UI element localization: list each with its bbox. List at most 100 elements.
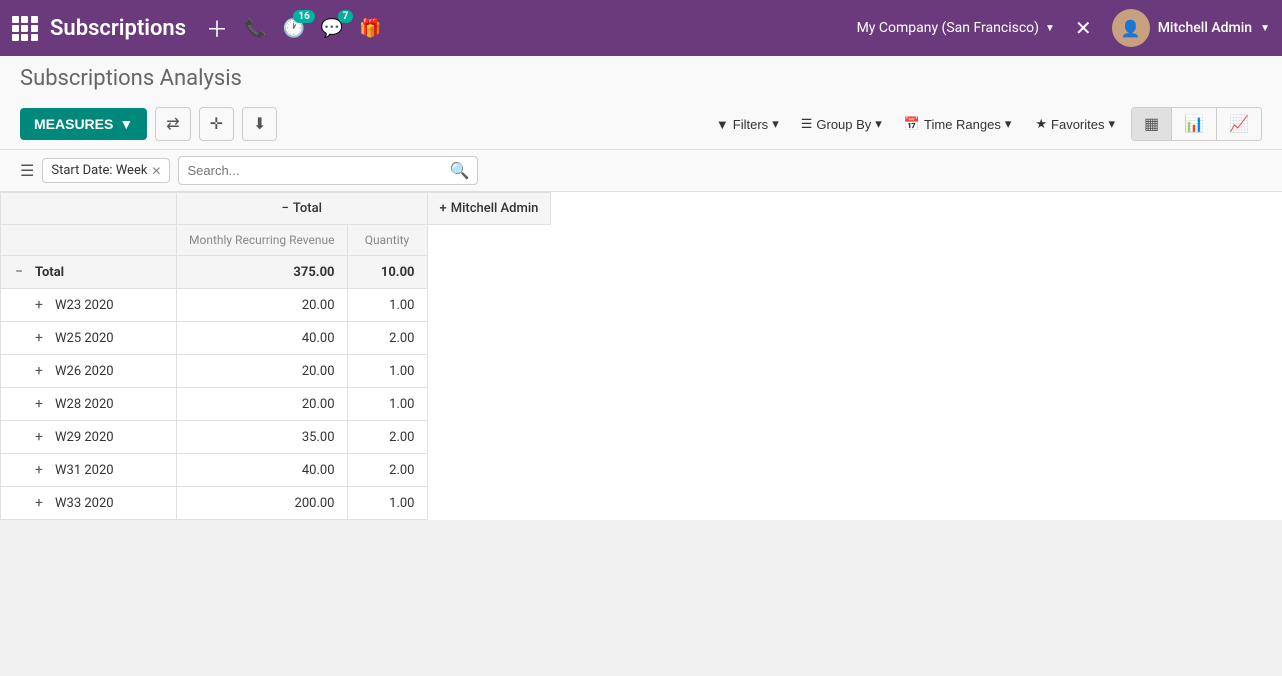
filters-chevron-icon: ▾ — [772, 116, 779, 132]
swap-axes-button[interactable]: ⇄ — [155, 107, 190, 141]
view-toggle: ▦ 📊 📈 — [1131, 107, 1262, 141]
favorites-chevron-icon: ▾ — [1109, 116, 1116, 132]
table-row: +W26 202020.001.00 — [1, 355, 551, 388]
row-expand-icon[interactable]: + — [31, 297, 47, 313]
row-expand-icon[interactable]: + — [31, 363, 47, 379]
company-name: My Company (San Francisco) — [857, 20, 1039, 36]
data-cell: 20.00 — [177, 388, 348, 421]
data-cell: 40.00 — [177, 322, 348, 355]
filter-icon: ▼ — [716, 117, 729, 132]
search-input[interactable] — [187, 163, 449, 178]
pivot-body: −Total375.0010.00+W23 202020.001.00+W25 … — [1, 256, 551, 520]
measure-header-row: Monthly Recurring Revenue Quantity Month… — [1, 225, 551, 256]
row-label-cell: +W26 2020 — [1, 355, 177, 388]
timeranges-chevron-icon: ▾ — [1005, 116, 1012, 132]
gift-icon[interactable]: 🎁 — [359, 18, 381, 39]
groupby-chevron-icon: ▾ — [875, 116, 882, 132]
measure-header-mrr-total: Monthly Recurring Revenue — [177, 225, 348, 256]
grid-menu-icon[interactable] — [12, 16, 38, 41]
measure-header-qty-total: Quantity — [347, 225, 427, 256]
pivot-table-container: − Total + Mitchell Admin Monthly Recurri… — [0, 192, 1282, 520]
row-label-cell: + W28 2020 — [1, 388, 177, 421]
row-expand-icon[interactable]: + — [31, 462, 47, 478]
page-title: Subscriptions Analysis — [20, 66, 1262, 99]
company-selector[interactable]: My Company (San Francisco) ▼ — [857, 20, 1055, 36]
chat-badge: 7 — [338, 10, 354, 23]
col-total-label: Total — [293, 201, 322, 216]
filter-tag-startdate[interactable]: Start Date: Week ✕ — [42, 158, 170, 183]
col-mitchell-label: Mitchell Admin — [451, 201, 539, 216]
data-cell: 40.00 — [177, 454, 348, 487]
groupby-label: Group By — [816, 117, 871, 132]
expand-all-button[interactable]: ✛ — [199, 107, 234, 141]
table-row: + W28 2020 20.001.00 — [1, 388, 551, 421]
col-header-mitchell: + Mitchell Admin — [427, 193, 551, 225]
activity-icon[interactable]: 🕐 16 — [282, 18, 304, 39]
user-name: Mitchell Admin — [1158, 20, 1252, 36]
activity-badge: 16 — [293, 10, 314, 23]
top-navigation: Subscriptions ＋ 📞 🕐 16 💬 7 🎁 My Company … — [0, 0, 1282, 56]
col-total-collapse-icon[interactable]: − — [282, 201, 289, 216]
user-chevron-icon: ▼ — [1260, 23, 1270, 34]
row-label-cell: + W29 2020 — [1, 421, 177, 454]
star-icon: ★ — [1035, 116, 1047, 132]
table-row: +W25 202040.002.00 — [1, 322, 551, 355]
filter-list-icon: ☰ — [20, 161, 34, 180]
row-label-cell: + W25 2020 — [1, 322, 177, 355]
download-button[interactable]: ⬇ — [242, 107, 277, 141]
pivot-table: − Total + Mitchell Admin Monthly Recurri… — [0, 192, 551, 520]
table-row: +W33 2020200.001.00 — [1, 487, 551, 520]
avatar: 👤 — [1112, 9, 1150, 47]
table-row: −Total375.0010.00 — [1, 256, 551, 289]
line-chart-view-button[interactable]: 📈 — [1217, 108, 1261, 140]
filters-button[interactable]: ▼ Filters ▾ — [708, 112, 787, 136]
timeranges-label: Time Ranges — [924, 117, 1001, 132]
row-expand-icon[interactable]: + — [31, 396, 47, 412]
col-mitchell-expand-icon[interactable]: + — [440, 201, 447, 216]
calendar-icon: 📅 — [904, 116, 920, 132]
row-expand-icon[interactable]: + — [31, 429, 47, 445]
subheader: Subscriptions Analysis MEASURES ▼ ⇄ ✛ ⬇ … — [0, 56, 1282, 150]
data-cell: 375.00 — [177, 256, 348, 289]
search-input-container: 🔍 — [178, 156, 478, 185]
row-expand-icon[interactable]: + — [31, 495, 47, 511]
app-title: Subscriptions — [50, 16, 186, 41]
timeranges-button[interactable]: 📅 Time Ranges ▾ — [896, 112, 1020, 136]
pivot-view-button[interactable]: ▦ — [1132, 108, 1172, 140]
search-icon[interactable]: 🔍 — [450, 161, 470, 180]
favorites-button[interactable]: ★ Favorites ▾ — [1027, 112, 1123, 136]
row-label-cell: + W33 2020 — [1, 487, 177, 520]
row-label-text: W29 2020 — [55, 430, 114, 445]
bar-chart-view-button[interactable]: 📊 — [1172, 108, 1217, 140]
groupby-button[interactable]: ☰ Group By ▾ — [793, 112, 890, 136]
corner-cell — [1, 193, 177, 225]
col-header-total: − Total — [177, 193, 428, 225]
filters-label: Filters — [733, 117, 768, 132]
row-label-text: W28 2020 — [55, 397, 114, 412]
row-label-text: W25 2020 — [55, 331, 114, 346]
data-cell: 10.00 — [347, 256, 427, 289]
phone-icon[interactable]: 📞 — [244, 18, 266, 39]
data-cell: 200.00 — [177, 487, 348, 520]
add-button[interactable]: ＋ — [206, 12, 228, 44]
data-cell: 2.00 — [347, 454, 427, 487]
data-cell: 2.00 — [347, 421, 427, 454]
row-label-cell: −Total — [1, 256, 177, 289]
measures-chevron-icon: ▼ — [119, 116, 133, 132]
close-icon[interactable]: ✕ — [1075, 16, 1092, 40]
measures-button[interactable]: MEASURES ▼ — [20, 108, 147, 140]
row-label-text: W33 2020 — [55, 496, 114, 511]
data-cell: 1.00 — [347, 355, 427, 388]
filter-tag-close-icon[interactable]: ✕ — [151, 164, 161, 178]
row-total-collapse-icon[interactable]: − — [11, 264, 27, 280]
chat-icon[interactable]: 💬 7 — [321, 18, 343, 39]
user-menu[interactable]: 👤 Mitchell Admin ▼ — [1112, 9, 1270, 47]
table-row: +W23 202020.001.00 — [1, 289, 551, 322]
search-bar-row: ☰ Start Date: Week ✕ 🔍 — [0, 150, 1282, 192]
data-cell: 1.00 — [347, 388, 427, 421]
groupby-icon: ☰ — [801, 116, 813, 132]
row-expand-icon[interactable]: + — [31, 330, 47, 346]
row-label-text: W31 2020 — [55, 463, 114, 478]
data-cell: 20.00 — [177, 289, 348, 322]
data-cell: 35.00 — [177, 421, 348, 454]
